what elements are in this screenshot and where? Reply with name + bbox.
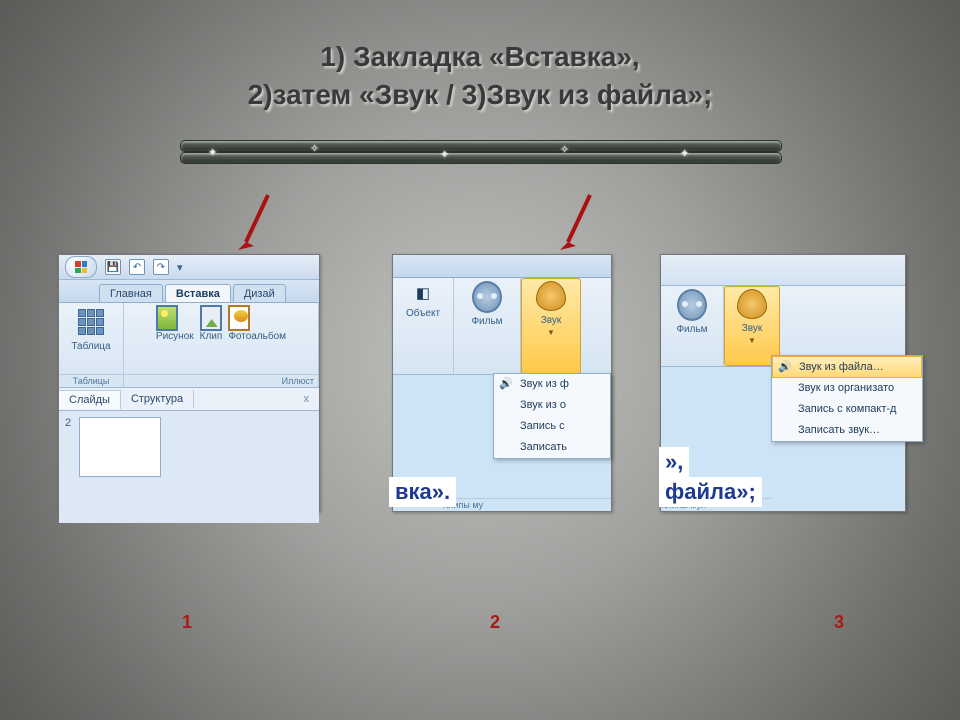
sound-icon-3 [737,289,767,319]
speaker-icon-3: 🔊 [778,360,792,374]
ribbon-insert: Таблица Таблицы Рисунок Клип Фотоальбом [59,303,319,388]
dd-item-record-sound-2[interactable]: Записать [494,437,610,458]
qat-more-icon[interactable]: ▾ [177,261,183,274]
clip-icon [200,307,222,329]
dd-item-record-cd-2[interactable]: Запись с [494,416,610,437]
table-icon[interactable] [76,307,106,337]
object-icon: ◧ [412,282,434,304]
group-media-footer-2: Клипы му [443,498,611,510]
arrow-2 [548,190,598,260]
screenshot-2: ◧ Объект Фильм Звук ▼ Клипы му 🔊Звук из … [392,254,612,512]
slide-title: 1) Закладка «Вставка», 2)затем «Звук / 3… [0,38,960,114]
screenshot-1: 💾 ↶ ↷ ▾ Главная Вставка Дизай Таблица Та… [58,254,320,512]
group-tables: Таблица Таблицы [59,303,124,387]
ribbon-media-2: ◧ Объект Фильм Звук ▼ Клипы му [393,278,611,375]
btn-photoalbum[interactable]: Фотоальбом [228,307,286,342]
movie-icon [472,282,502,312]
dd-item-sound-file-3[interactable]: 🔊Звук из файла… [772,356,922,378]
dd-item-record-cd-3[interactable]: Запись с компакт-д [772,399,922,420]
picture-icon [156,307,178,329]
movie-icon-3 [677,290,707,320]
step-number-3: 3 [834,612,844,633]
btn-sound-3[interactable]: Звук ▼ [724,286,780,366]
speaker-icon: 🔊 [499,377,513,391]
pane-outline[interactable]: Структура [121,390,194,408]
pane-tabs: Слайды Структура x [59,388,319,411]
btn-movie[interactable]: Фильм [454,278,521,374]
ribbon-tabs: Главная Вставка Дизай [59,280,319,303]
sound-dropdown-3: 🔊Звук из файла… Звук из организато Запис… [771,355,923,442]
btn-clip[interactable]: Клип [200,307,223,342]
sound-dropdown-2: 🔊Звук из ф Звук из о Запись с Записать [493,373,611,459]
screenshot-3: Фильм Звук ▼ Клипы мул 🔊Звук из файла… З… [660,254,906,512]
btn-movie-3[interactable]: Фильм [661,286,724,366]
title-line-1: 1) Закладка «Вставка», [0,38,960,76]
dd-item-sound-org-2[interactable]: Звук из о [494,395,610,416]
undo-icon[interactable]: ↶ [129,259,145,275]
office-button[interactable] [65,256,97,278]
dd-item-sound-file-2[interactable]: 🔊Звук из ф [494,374,610,395]
group-tables-footer: Таблицы [59,374,123,386]
group-illust-footer: Иллюст [124,374,318,386]
tab-insert[interactable]: Вставка [165,284,231,302]
pane-close-icon[interactable]: x [294,390,320,408]
dd-item-sound-org-3[interactable]: Звук из организато [772,378,922,399]
step-number-1: 1 [182,612,192,633]
redo-icon[interactable]: ↷ [153,259,169,275]
btn-sound[interactable]: Звук ▼ [521,278,581,374]
fragment-text-2: вка». [389,477,456,507]
title-line-2: 2)затем «Звук / 3)Звук из файла»; [0,76,960,114]
dd-item-record-sound-3[interactable]: Записать звук… [772,420,922,441]
tab-home[interactable]: Главная [99,284,163,302]
table-label: Таблица [71,341,110,352]
group-illustrations: Рисунок Клип Фотоальбом Иллюст [124,303,319,387]
step-number-2: 2 [490,612,500,633]
fragment-text-3a: », [659,447,689,477]
btn-picture[interactable]: Рисунок [156,307,194,342]
slide-thumbnail[interactable] [79,417,161,477]
photoalbum-icon [228,307,250,329]
btn-object[interactable]: ◧ Объект [393,278,454,374]
slide-panel: 2 [59,411,319,523]
arrow-1 [228,190,278,260]
quick-access-toolbar: 💾 ↶ ↷ ▾ [59,255,319,280]
office-logo-icon [75,261,87,273]
slide-thumb-number: 2 [65,417,71,517]
save-icon[interactable]: 💾 [105,259,121,275]
fragment-text-3b: файла»; [659,477,762,507]
sound-icon [536,281,566,311]
tab-design[interactable]: Дизай [233,284,286,302]
decorative-divider: ✦ ✧ ✦ ✧ ✦ [180,140,780,166]
pane-slides[interactable]: Слайды [59,390,121,409]
